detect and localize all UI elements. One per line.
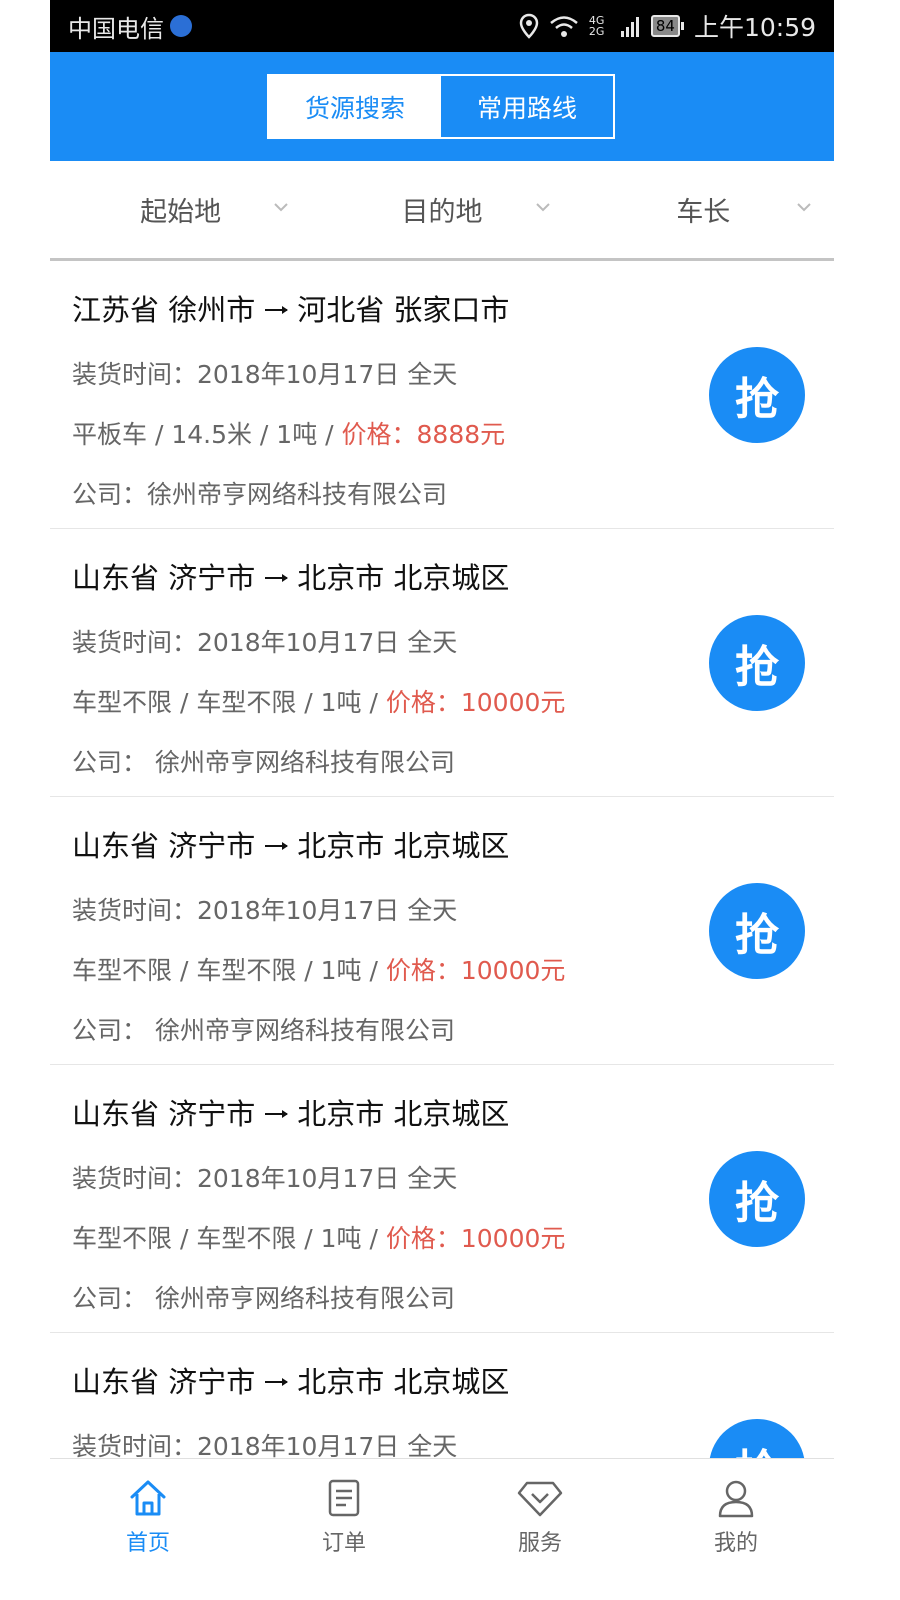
carrier-badge-icon [170,15,192,37]
grab-order-button[interactable]: 抢 [709,1419,805,1458]
cargo-card[interactable]: 山东省 济宁市 北京市 北京城区 装货时间：2018年10月17日 全天 车型不限… [50,529,834,797]
load-time: 装货时间：2018年10月17日 全天 [72,628,458,657]
tab-home[interactable]: 首页 [50,1459,246,1600]
company: 公司： 徐州帝亨网络科技有限公司 [72,1016,455,1045]
tab-cargo-search[interactable]: 货源搜索 [269,76,441,137]
tab-orders-label: 订单 [321,1531,366,1556]
status-bar: 中国电信 4G 2G 84 上午10:59 [50,0,834,52]
home-icon [130,1480,166,1516]
filter-bar: 起始地 目的地 车长 [50,161,834,261]
tab-services[interactable]: 服务 [442,1459,638,1600]
route-origin: 山东省 济宁市 [72,561,256,595]
arrow-right-icon [265,306,289,314]
cargo-card[interactable]: 山东省 济宁市 北京市 北京城区 装货时间：2018年10月17日 全天 车型不限… [50,1065,834,1333]
cargo-list: 江苏省 徐州市 河北省 张家口市 装货时间：2018年10月17日 全天 平板车 … [50,261,834,1458]
signal-icon [620,17,639,37]
grab-order-button[interactable]: 抢 [709,883,805,979]
price: 价格：10000元 [385,956,566,985]
route-origin: 江苏省 徐州市 [72,293,256,327]
route: 山东省 济宁市 北京市 北京城区 [72,1091,509,1133]
chevron-down-icon [797,202,811,211]
cargo-card[interactable]: 山东省 济宁市 北京市 北京城区 装货时间：2018年10月17日 全天 车型不限… [50,797,834,1065]
chevron-down-icon [535,202,550,211]
user-icon [718,1480,754,1518]
cargo-specs: 车型不限 / 车型不限 / 1吨 / 价格：10000元 [72,1219,565,1255]
company: 公司： 徐州帝亨网络科技有限公司 [72,748,455,777]
battery-icon: 84 [650,15,684,37]
tab-home-label: 首页 [125,1531,170,1556]
price: 价格：10000元 [385,688,566,717]
tab-profile-label: 我的 [713,1531,758,1556]
filter-origin[interactable]: 起始地 [50,161,311,258]
filter-origin-label: 起始地 [140,197,222,228]
route: 山东省 济宁市 北京市 北京城区 [72,1359,509,1401]
location-icon [519,13,539,39]
arrow-right-icon [265,1110,289,1118]
wifi-icon [550,16,578,37]
route: 山东省 济宁市 北京市 北京城区 [72,555,509,597]
route-origin: 山东省 济宁市 [72,1097,256,1131]
bottom-tab-bar: 首页 订单 服务 我的 [50,1458,834,1600]
cargo-card[interactable]: 江苏省 徐州市 河北省 张家口市 装货时间：2018年10月17日 全天 平板车 … [50,261,834,529]
tab-orders[interactable]: 订单 [246,1459,442,1600]
route-destination: 北京市 北京城区 [297,1365,510,1399]
load-time: 装货时间：2018年10月17日 全天 [72,896,458,925]
order-icon [328,1479,360,1517]
chevron-down-icon [274,202,289,211]
cargo-specs: 车型不限 / 车型不限 / 1吨 / 价格：10000元 [72,951,565,987]
service-diamond-icon [517,1481,563,1517]
grab-order-button[interactable]: 抢 [709,1151,805,1247]
tab-services-label: 服务 [517,1531,562,1556]
arrow-right-icon [265,842,289,850]
arrow-right-icon [265,1378,289,1386]
clock: 上午10:59 [693,13,816,42]
route-origin: 山东省 济宁市 [72,829,256,863]
filter-destination-label: 目的地 [401,197,483,228]
specs-text: 车型不限 / 车型不限 / 1吨 / [72,1224,386,1253]
company: 公司：徐州帝亨网络科技有限公司 [72,480,448,509]
battery-level: 84 [650,15,680,37]
tab-common-routes[interactable]: 常用路线 [441,76,613,137]
segment-control: 货源搜索 常用路线 [267,74,615,139]
price: 价格：8888元 [341,420,506,449]
price: 价格：10000元 [385,1224,566,1253]
header: 货源搜索 常用路线 [50,52,834,161]
network-type: 4G 2G [588,14,605,38]
app-frame: 中国电信 4G 2G 84 上午10:59 货源搜索 常用路线 起始地 目的地 … [50,0,834,1600]
specs-text: 车型不限 / 车型不限 / 1吨 / [72,956,386,985]
cargo-card[interactable]: 山东省 济宁市 北京市 北京城区 装货时间：2018年10月17日 全天 抢 [50,1333,834,1458]
route: 江苏省 徐州市 河北省 张家口市 [72,287,509,329]
filter-vehicle-length-label: 车长 [676,197,731,228]
tab-profile[interactable]: 我的 [638,1459,834,1600]
route: 山东省 济宁市 北京市 北京城区 [72,823,509,865]
route-destination: 河北省 张家口市 [297,293,510,327]
cargo-specs: 车型不限 / 车型不限 / 1吨 / 价格：10000元 [72,683,565,719]
arrow-right-icon [265,574,289,582]
filter-vehicle-length[interactable]: 车长 [573,161,834,258]
specs-text: 平板车 / 14.5米 / 1吨 / [72,420,342,449]
specs-text: 车型不限 / 车型不限 / 1吨 / [72,688,386,717]
filter-destination[interactable]: 目的地 [311,161,572,258]
load-time: 装货时间：2018年10月17日 全天 [72,1164,458,1193]
route-destination: 北京市 北京城区 [297,1097,510,1131]
route-destination: 北京市 北京城区 [297,829,510,863]
company: 公司： 徐州帝亨网络科技有限公司 [72,1284,455,1313]
load-time: 装货时间：2018年10月17日 全天 [72,360,458,389]
cargo-specs: 平板车 / 14.5米 / 1吨 / 价格：8888元 [72,415,505,451]
load-time: 装货时间：2018年10月17日 全天 [72,1432,458,1458]
grab-order-button[interactable]: 抢 [709,347,805,443]
carrier-name: 中国电信 [68,14,164,43]
route-destination: 北京市 北京城区 [297,561,510,595]
grab-order-button[interactable]: 抢 [709,615,805,711]
route-origin: 山东省 济宁市 [72,1365,256,1399]
